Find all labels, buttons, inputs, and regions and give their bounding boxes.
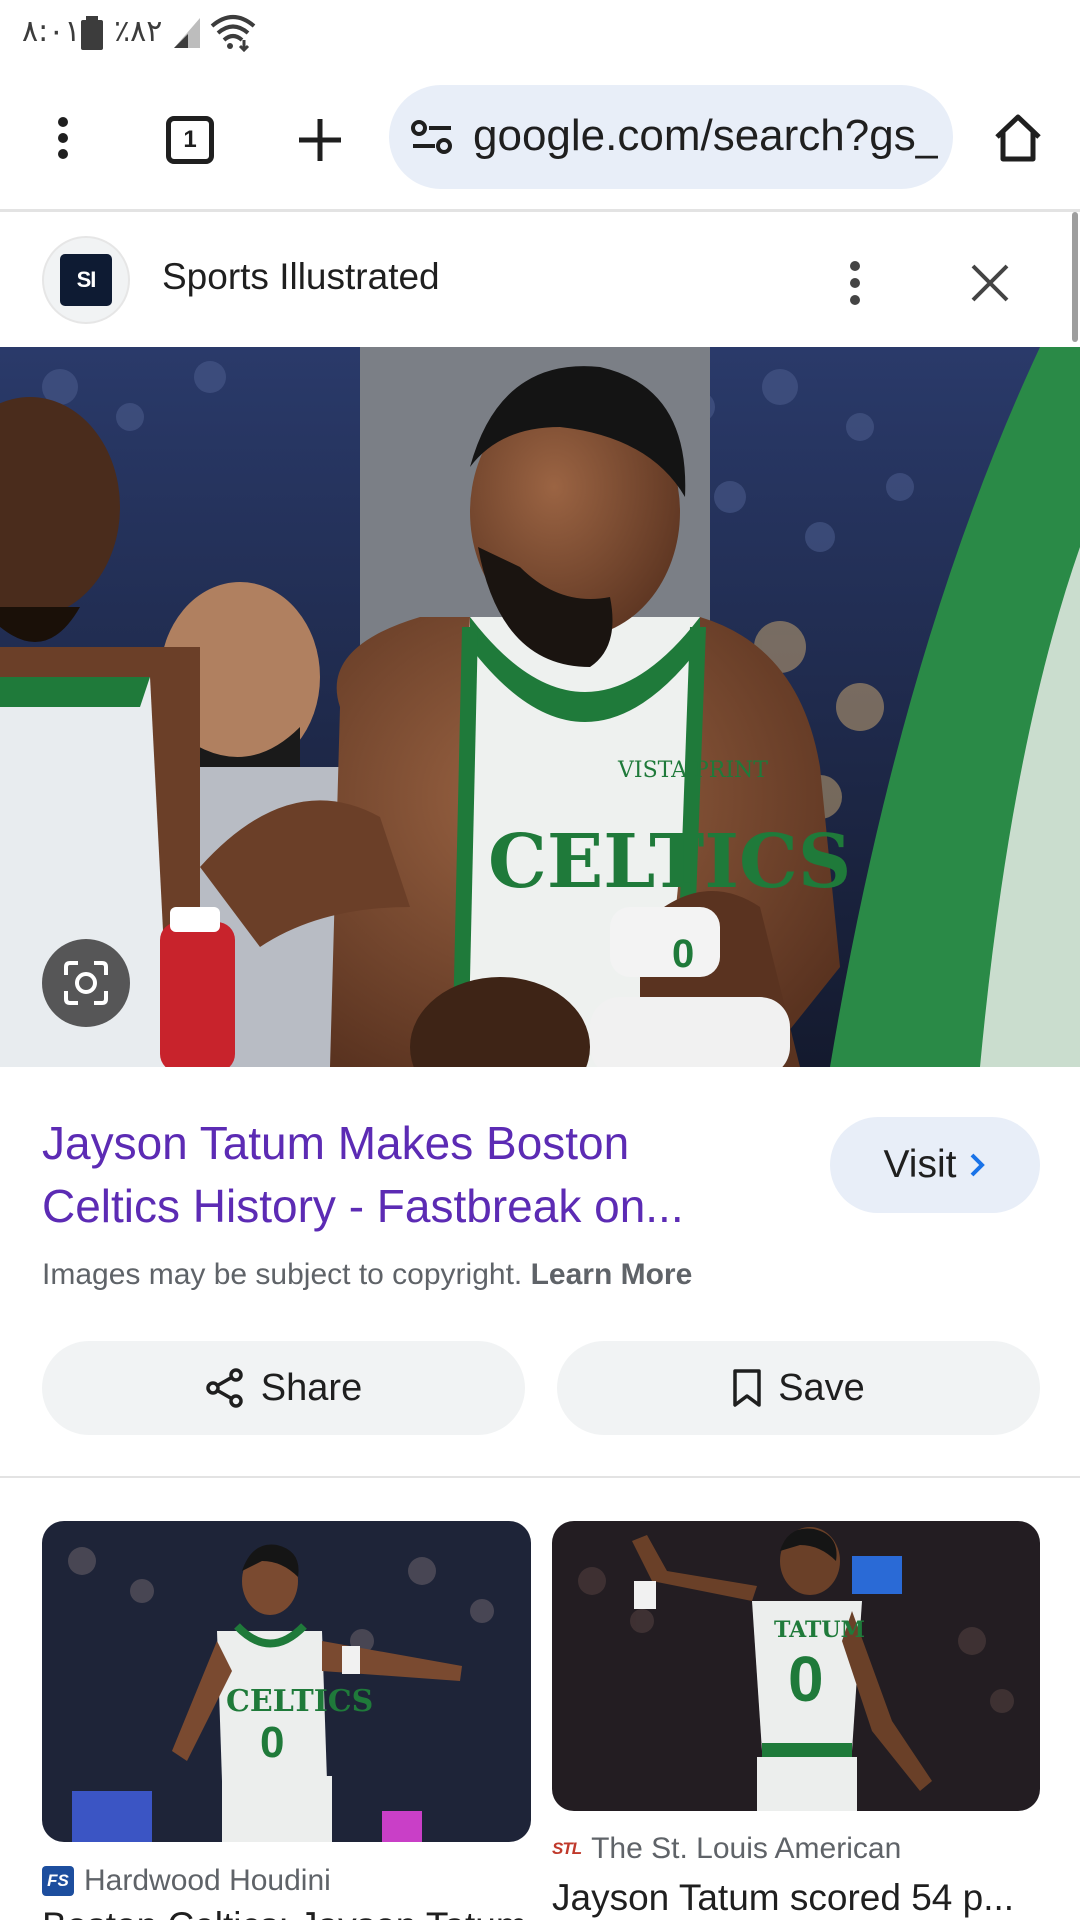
related-title[interactable]: Boston Celtics: Jayson Tatum [42,1905,531,1920]
hero-image[interactable]: CELTICS VISTA PRINT 0 [0,347,1080,1067]
result-title-link[interactable]: Jayson Tatum Makes Boston Celtics Histor… [42,1112,762,1238]
share-button[interactable]: Share [42,1341,525,1435]
more-vert-icon [58,117,68,159]
save-label: Save [778,1366,865,1409]
url-bar[interactable]: google.com/search?gs_ssp [389,85,953,189]
status-bar: ۸:۰۱ ٪۸۲ [0,0,1080,66]
browser-toolbar: 1 google.com/search?gs_ssp [0,66,1080,212]
lens-button[interactable] [42,939,130,1027]
chevron-right-icon [971,1153,986,1177]
related-jersey-number: 0 [260,1718,284,1767]
related-source[interactable]: FS Hardwood Houdini [42,1864,331,1898]
fs-logo: FS [42,1866,74,1896]
url-text: google.com/search?gs_ssp [473,111,938,160]
related-jersey-number: 0 [788,1643,824,1715]
related-thumbnail[interactable]: TATUM 0 [552,1521,1040,1811]
visit-label: Visit [883,1143,957,1186]
related-photo: CELTICS 0 [42,1521,531,1842]
wifi-icon [210,15,256,52]
home-button[interactable] [978,98,1058,178]
save-button[interactable]: Save [557,1341,1040,1435]
new-tab-button[interactable] [280,100,360,180]
source-header: SI Sports Illustrated [0,212,1072,347]
hero-photo: CELTICS VISTA PRINT 0 [0,347,1080,1067]
related-jersey-text: CELTICS [226,1684,373,1719]
related-jersey-text: TATUM [774,1617,865,1643]
copyright-text: Images may be subject to copyright. [42,1258,523,1291]
bookmark-icon [733,1369,761,1407]
close-button[interactable] [955,248,1025,318]
cell-signal-icon [174,18,200,48]
learn-more-link[interactable]: Learn More [531,1258,693,1291]
status-time: ۸:۰۱ [22,14,81,49]
related-source-name: Hardwood Houdini [84,1864,331,1897]
source-avatar[interactable]: SI [42,236,130,324]
tab-count: 1 [166,116,214,164]
share-label: Share [260,1366,363,1409]
related-thumbnail[interactable]: CELTICS 0 [42,1521,531,1842]
hero-jersey-text: CELTICS [488,819,851,905]
home-icon [995,114,1041,162]
battery-level: ٪۸۲ [114,14,163,49]
scrollbar[interactable] [1072,212,1078,342]
source-menu-button[interactable] [820,248,890,318]
tab-switcher-button[interactable]: 1 [150,100,230,180]
battery-icon [81,16,103,50]
site-settings-icon [411,120,452,154]
related-source[interactable]: STL The St. Louis American [552,1832,901,1866]
stl-logo: STL [552,1839,582,1858]
plus-icon [299,119,341,161]
share-icon [206,1368,243,1408]
menu-button[interactable] [30,102,96,174]
visit-button[interactable]: Visit [830,1117,1040,1213]
lens-icon [64,961,108,1005]
si-logo: SI [60,254,112,306]
related-source-name: The St. Louis American [591,1832,902,1865]
hero-sponsor-text: VISTA PRINT [617,758,768,783]
copyright-notice: Images may be subject to copyright. Lear… [42,1258,692,1292]
divider [0,1476,1080,1478]
related-title[interactable]: Jayson Tatum scored 54 p... [552,1877,1040,1919]
source-name[interactable]: Sports Illustrated [162,256,440,298]
close-icon [971,264,1009,302]
more-vert-icon [850,261,860,305]
hero-wristband-number: 0 [672,932,694,976]
related-photo: TATUM 0 [552,1521,1040,1811]
